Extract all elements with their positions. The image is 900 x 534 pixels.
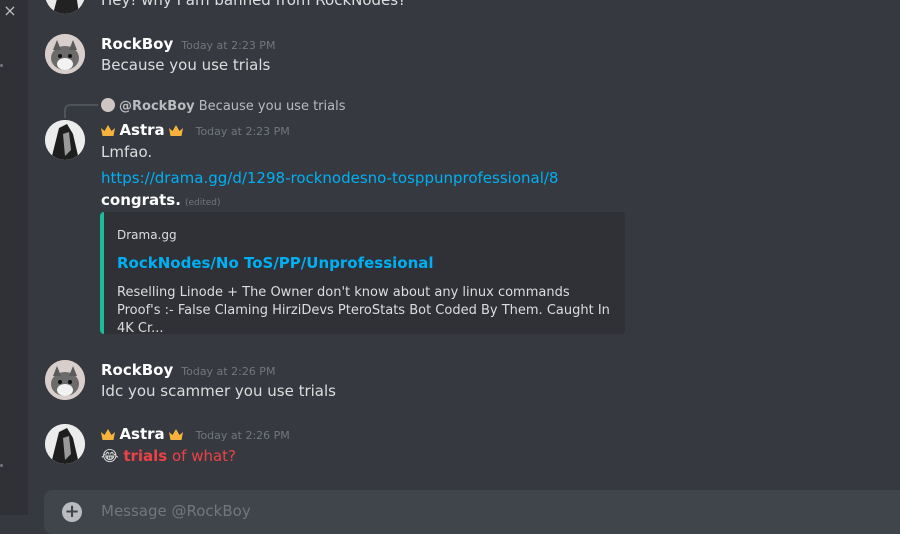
message-link-line: https://drama.gg/d/1298-rocknodesno-tosp… bbox=[101, 168, 558, 188]
reply-text: Because you use trials bbox=[198, 99, 346, 114]
message-text: Idc you scammer you use trials bbox=[101, 382, 336, 400]
message-text-line: 😂 trials of what? bbox=[101, 446, 236, 466]
message-text: Hey! why I am banned from RockNodes? bbox=[101, 0, 407, 9]
author-name[interactable]: Astra bbox=[119, 425, 164, 443]
reply-connector bbox=[64, 104, 98, 118]
embed-title[interactable]: RockNodes/No ToS/PP/Unprofessional bbox=[117, 254, 434, 272]
avatar-rockboy[interactable] bbox=[45, 360, 85, 400]
timestamp: Today at 2:23 PM bbox=[181, 39, 276, 52]
embed-provider[interactable]: Drama.gg bbox=[117, 228, 177, 242]
avatar-rockboy[interactable] bbox=[45, 34, 85, 74]
message-text: of what? bbox=[167, 447, 237, 465]
message-text: Because you use trials bbox=[101, 56, 271, 74]
chat-area: Hey! why I am banned from RockNodes? Roc… bbox=[28, 0, 900, 534]
message-header: Astra Today at 2:26 PM bbox=[101, 425, 290, 445]
message-header: RockBoy Today at 2:26 PM bbox=[101, 361, 275, 381]
crown-icon bbox=[101, 429, 115, 440]
author-name[interactable]: RockBoy bbox=[101, 361, 173, 379]
message-header: RockBoy Today at 2:23 PM bbox=[101, 35, 275, 55]
timestamp: Today at 2:23 PM bbox=[195, 125, 290, 138]
avatar-astra[interactable] bbox=[45, 120, 85, 160]
crown-icon bbox=[101, 125, 115, 136]
joy-emoji: 😂 bbox=[101, 447, 119, 465]
message-text: Lmfao. bbox=[101, 143, 153, 161]
crown-icon bbox=[169, 429, 184, 440]
close-icon[interactable]: × bbox=[0, 0, 20, 26]
message-header: Astra Today at 2:23 PM bbox=[101, 121, 290, 141]
author-name[interactable]: Astra bbox=[119, 121, 164, 139]
reply-avatar bbox=[101, 98, 115, 112]
bold-text: trials bbox=[123, 447, 168, 465]
edited-label: (edited) bbox=[184, 198, 221, 208]
left-strip: × bbox=[0, 0, 28, 515]
avatar-astra[interactable] bbox=[45, 424, 85, 464]
crown-icon bbox=[169, 125, 184, 136]
message-input[interactable]: Message @RockBoy bbox=[101, 502, 251, 520]
strip-dot bbox=[0, 464, 3, 467]
reply-preview[interactable]: @RockBoy Because you use trials bbox=[101, 98, 346, 115]
message-link[interactable]: https://drama.gg/d/1298-rocknodesno-tosp… bbox=[101, 169, 558, 187]
link-embed: Drama.gg RockNodes/No ToS/PP/Unprofessio… bbox=[100, 212, 625, 336]
embed-description: Reselling Linode + The Owner don't know … bbox=[117, 285, 610, 336]
add-attachment-icon[interactable]: + bbox=[62, 502, 82, 522]
timestamp: Today at 2:26 PM bbox=[195, 429, 290, 442]
message-composer[interactable]: + Message @RockBoy bbox=[44, 490, 900, 534]
author-name[interactable]: RockBoy bbox=[101, 35, 173, 53]
reply-mention: @RockBoy bbox=[119, 99, 195, 114]
timestamp: Today at 2:26 PM bbox=[181, 365, 276, 378]
bold-text: congrats. bbox=[101, 191, 181, 209]
avatar[interactable] bbox=[45, 0, 85, 14]
strip-dot bbox=[0, 64, 3, 67]
message-bold-line: congrats. (edited) bbox=[101, 190, 221, 213]
